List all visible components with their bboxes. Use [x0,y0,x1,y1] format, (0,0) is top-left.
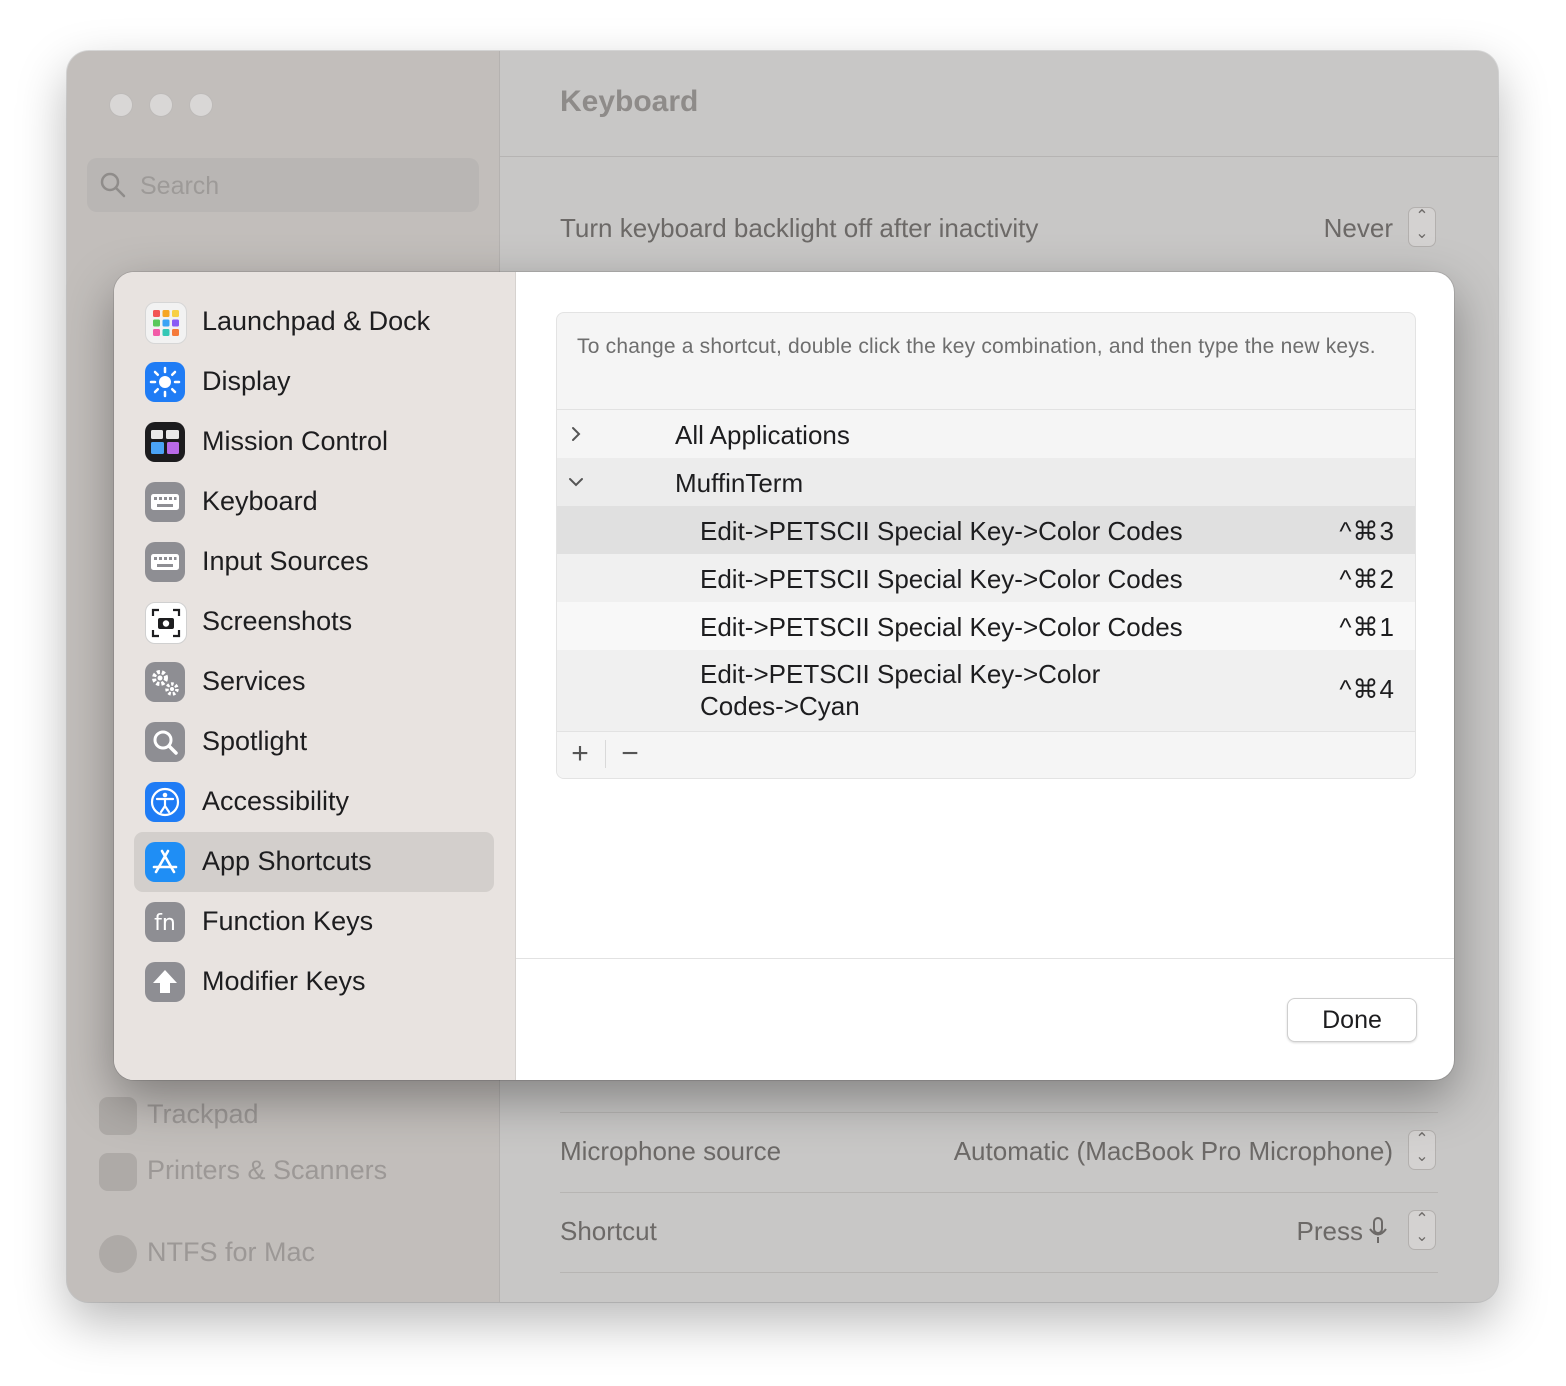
shortcut-row[interactable]: Edit->PETSCII Special Key->Color Codes ^… [557,506,1415,554]
nav-item-label: Keyboard [202,486,318,516]
shortcut-menu-path: Edit->PETSCII Special Key->Color Codes [700,516,1183,546]
sidebar-item-printers[interactable]: Printers & Scanners [99,1153,387,1191]
shortcut-row[interactable]: Edit->PETSCII Special Key->Color Codes ^… [557,554,1415,602]
launchpad-icon [145,302,187,344]
nav-item-label: Launchpad & Dock [202,306,431,336]
remove-shortcut-button[interactable]: − [607,736,653,772]
shortcut-keys[interactable]: ^⌘1 [1339,612,1395,643]
nav-item-mission-control[interactable]: Mission Control [134,412,494,472]
mission-control-icon [145,422,185,462]
spotlight-icon [145,722,185,762]
nav-item-label: Mission Control [202,426,389,456]
shortcut-label: Shortcut [560,1216,657,1246]
nav-item-label: Display [202,366,291,396]
microphone-value[interactable]: Automatic (MacBook Pro Microphone) [954,1136,1393,1167]
chevron-down-icon[interactable] [565,471,587,493]
shortcuts-content: To change a shortcut, double click the k… [516,272,1454,1080]
screenshots-icon [145,602,187,644]
nav-item-screenshots[interactable]: Screenshots [134,592,494,652]
instructions-text: To change a shortcut, double click the k… [577,335,1376,358]
group-row-all-applications[interactable]: All Applications [557,410,1415,458]
add-shortcut-button[interactable]: + [557,736,603,772]
chevron-right-icon[interactable] [565,423,587,445]
table-footer: + − [557,731,1415,778]
shortcut-row[interactable]: Edit->PETSCII Special Key->Color Codes->… [557,650,1415,732]
backlight-row: Turn keyboard backlight off after inacti… [560,207,1438,247]
nav-item-input-sources[interactable]: Input Sources [134,532,494,592]
group-row-muffinterm[interactable]: MuffinTerm [557,458,1415,506]
shortcut-popup-stepper[interactable]: ⌃ ⌄ [1408,1210,1436,1250]
fn-icon: fn [145,902,185,942]
shortcut-menu-path: Edit->PETSCII Special Key->Color Codes->… [700,659,1101,721]
nav-item-keyboard[interactable]: Keyboard [134,472,494,532]
app-store-icon [145,842,185,882]
display-icon [145,362,185,402]
window-header: Keyboard [500,51,1498,157]
microphone-row: Microphone source Automatic (MacBook Pro… [560,1130,1438,1170]
sidebar-item-ntfs[interactable]: NTFS for Mac [99,1235,315,1273]
divider [560,1192,1438,1193]
keyboard-shortcuts-sheet: Launchpad & Dock Display Mission Control… [114,272,1454,1080]
nav-item-label: Screenshots [202,606,353,636]
keyboard-icon [145,482,185,522]
search-icon [100,172,126,198]
backlight-popup-stepper[interactable]: ⌃ ⌄ [1408,207,1436,247]
backlight-label: Turn keyboard backlight off after inacti… [560,213,1039,243]
nav-item-accessibility[interactable]: Accessibility [134,772,494,832]
nav-item-label: Services [202,666,306,696]
close-window-button[interactable] [109,93,133,117]
nav-item-modifier-keys[interactable]: Modifier Keys [134,952,494,1012]
nav-item-app-shortcuts[interactable]: App Shortcuts [134,832,494,892]
divider [605,740,606,768]
search-placeholder: Search [140,172,220,200]
shortcut-keys[interactable]: ^⌘4 [1339,674,1395,705]
nav-item-services[interactable]: Services [134,652,494,712]
nav-item-label: App Shortcuts [202,846,372,876]
group-name: All Applications [675,420,850,450]
shortcuts-table: To change a shortcut, double click the k… [556,312,1416,779]
microphone-popup-stepper[interactable]: ⌃ ⌄ [1408,1130,1436,1170]
svg-text:fn: fn [154,911,176,936]
nav-item-label: Spotlight [202,726,308,756]
page-title: Keyboard [560,85,699,118]
ntfs-icon [99,1235,137,1273]
nav-item-label: Accessibility [202,786,350,816]
shortcut-value[interactable]: Press [1297,1216,1363,1247]
microphone-label: Microphone source [560,1136,782,1166]
nav-item-function-keys[interactable]: fn Function Keys [134,892,494,952]
nav-item-launchpad-dock[interactable]: Launchpad & Dock [134,292,494,352]
sidebar-item-trackpad[interactable]: Trackpad [99,1097,259,1135]
zoom-window-button[interactable] [189,93,213,117]
nav-item-label: Function Keys [202,906,374,936]
done-button[interactable]: Done [1287,998,1417,1042]
nav-item-display[interactable]: Display [134,352,494,412]
input-sources-icon [145,542,185,582]
shortcut-keys[interactable]: ^⌘3 [1339,516,1395,547]
divider [516,958,1454,959]
dictation-shortcut-row: Shortcut Press ⌃ ⌄ [560,1210,1438,1250]
nav-item-spotlight[interactable]: Spotlight [134,712,494,772]
trackpad-icon [99,1097,137,1135]
shortcut-row[interactable]: Edit->PETSCII Special Key->Color Codes ^… [557,602,1415,650]
shortcut-menu-path: Edit->PETSCII Special Key->Color Codes [700,564,1183,594]
minimize-window-button[interactable] [149,93,173,117]
nav-item-label: Input Sources [202,546,369,576]
divider [560,1112,1438,1113]
microphone-icon [1369,1217,1387,1243]
backlight-value[interactable]: Never [1324,213,1393,244]
nav-item-label: Modifier Keys [202,966,366,996]
shortcut-keys[interactable]: ^⌘2 [1339,564,1395,595]
group-name: MuffinTerm [675,468,804,498]
shortcuts-sidebar: Launchpad & Dock Display Mission Control… [114,272,516,1080]
divider [560,1272,1438,1273]
search-field[interactable]: Search [87,158,479,212]
shortcut-menu-path: Edit->PETSCII Special Key->Color Codes [700,612,1183,642]
accessibility-icon [145,782,185,822]
services-icon [145,662,185,702]
modifier-keys-icon [145,962,185,1002]
printer-icon [99,1153,137,1191]
